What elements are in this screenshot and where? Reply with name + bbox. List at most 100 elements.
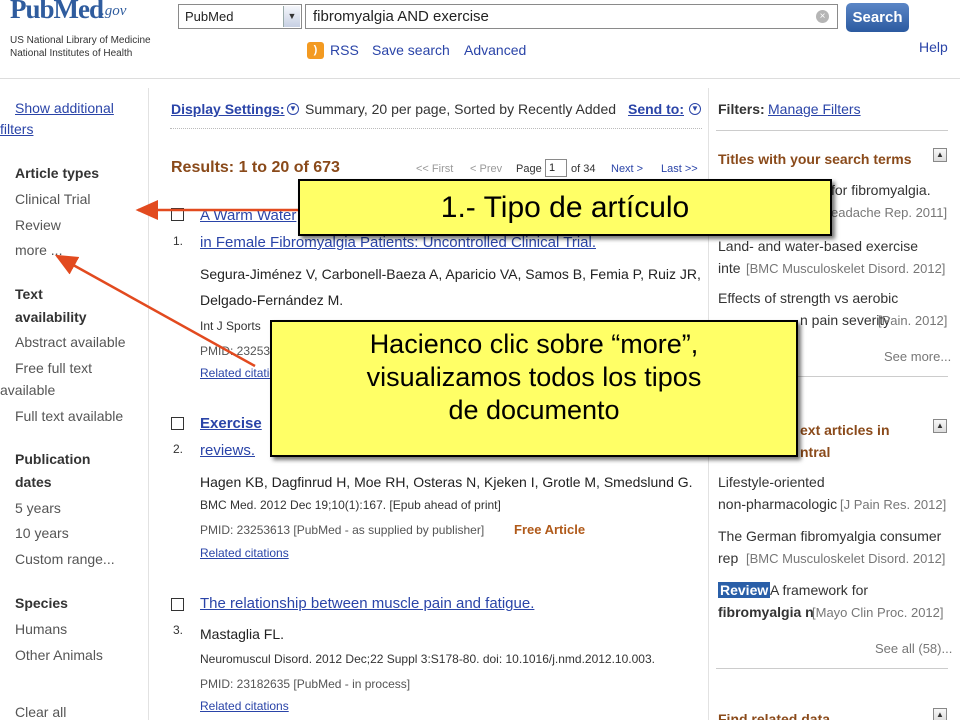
result-checkbox[interactable]	[171, 417, 184, 430]
see-more-link[interactable]: See more...	[884, 349, 951, 364]
result-number: 1.	[173, 234, 184, 248]
collapse-up-icon[interactable]: ▲	[933, 419, 947, 433]
filter-custom-range[interactable]: Custom range...	[15, 551, 115, 567]
send-to-link[interactable]: Send to:	[628, 101, 684, 117]
filter-review[interactable]: Review	[15, 217, 61, 233]
result-title-line-2[interactable]: in Female Fibromyalgia Patients: Uncontr…	[200, 234, 596, 251]
pager-last[interactable]: Last >>	[661, 163, 698, 175]
publication-dates-heading: Publication	[15, 451, 91, 467]
filter-free-full-text-wrap[interactable]: available	[0, 382, 55, 398]
pmc-article-2-cont[interactable]: rep	[718, 550, 738, 566]
filters-label: Filters:	[718, 101, 765, 117]
related-citations-link[interactable]: Related citations	[200, 546, 289, 560]
rss-icon[interactable]: )	[307, 42, 324, 59]
result-source: BMC Med. 2012 Dec 19;10(1):167. [Epub ah…	[200, 498, 501, 512]
result-authors: Segura-Jiménez V, Carbonell-Baeza A, Apa…	[200, 266, 701, 282]
pmc-article-3-cont[interactable]: fibromyalgia n	[718, 604, 814, 620]
help-link[interactable]: Help	[919, 39, 948, 55]
header: PubMed .gov US National Library of Medic…	[0, 0, 960, 78]
org-line-2: National Institutes of Health	[10, 48, 133, 59]
search-button[interactable]: Search	[846, 3, 909, 32]
related-citations-link[interactable]: Related citations	[200, 699, 289, 713]
filter-full-text-available[interactable]: Full text available	[15, 408, 123, 424]
pmc-article-2-source: [BMC Musculoskelet Disord. 2012]	[746, 551, 946, 566]
result-title[interactable]: A Warm Water	[200, 207, 296, 224]
pmc-article-1-cont[interactable]: non-pharmacologic	[718, 496, 837, 512]
page-number-input[interactable]: 1	[545, 159, 567, 177]
pubmed-logo-gov: .gov	[101, 3, 127, 19]
pager-next[interactable]: Next >	[611, 163, 643, 175]
callout-more-line-1: Hacienco clic sobre “more”,	[369, 329, 699, 359]
filter-clinical-trial[interactable]: Clinical Trial	[15, 191, 90, 207]
result-title[interactable]: The relationship between muscle pain and…	[200, 595, 534, 612]
send-to-dropdown-icon[interactable]: ▼	[689, 103, 701, 115]
manage-filters-link[interactable]: Manage Filters	[768, 101, 861, 117]
pmc-article-3-source: [Mayo Clin Proc. 2012]	[812, 605, 944, 620]
search-input[interactable]: fibromyalgia AND exercise ×	[305, 4, 838, 29]
pmc-article-1[interactable]: Lifestyle-oriented	[718, 474, 825, 490]
filter-5-years[interactable]: 5 years	[15, 500, 61, 516]
see-all-link[interactable]: See all (58)...	[875, 641, 952, 656]
pager-prev[interactable]: < Prev	[470, 163, 502, 175]
database-select[interactable]: PubMed ▼	[178, 4, 302, 29]
results-divider	[170, 128, 702, 129]
titles-heading: Titles with your search terms	[718, 151, 912, 167]
result-source: Neuromuscul Disord. 2012 Dec;22 Suppl 3:…	[200, 652, 655, 666]
results-summary: Results: 1 to 20 of 673	[171, 159, 340, 176]
result-authors: Mastaglia FL.	[200, 626, 285, 642]
filter-other-animals[interactable]: Other Animals	[15, 647, 103, 663]
filter-humans[interactable]: Humans	[15, 621, 67, 637]
collapse-up-icon[interactable]: ▲	[933, 148, 947, 162]
filter-abstract-available[interactable]: Abstract available	[15, 334, 126, 350]
filter-free-full-text[interactable]: Free full text	[15, 360, 92, 376]
header-divider	[0, 78, 960, 79]
article-types-heading: Article types	[15, 165, 100, 181]
related-title-1[interactable]: for fibromyalgia.	[831, 182, 931, 198]
pmc-article-2[interactable]: The German fibromyalgia consumer	[718, 528, 941, 544]
save-search-link[interactable]: Save search	[372, 42, 450, 58]
search-query: fibromyalgia AND exercise	[313, 8, 489, 25]
filter-10-years[interactable]: 10 years	[15, 525, 69, 541]
species-heading: Species	[15, 595, 68, 611]
database-select-value: PubMed	[185, 9, 234, 24]
pmc-heading: ext articles in	[800, 422, 890, 438]
display-settings-link[interactable]: Display Settings:	[171, 101, 285, 117]
related-title-3-source: [Pain. 2012]	[878, 313, 948, 328]
related-title-2[interactable]: Land- and water-based exercise	[718, 238, 918, 254]
display-settings-value: Summary, 20 per page, Sorted by Recently…	[305, 101, 617, 117]
result-number: 2.	[173, 442, 184, 456]
clear-icon[interactable]: ×	[816, 10, 829, 23]
rss-link[interactable]: RSS	[330, 42, 359, 58]
result-pmid: PMID: 23253	[200, 344, 271, 358]
pmc-article-3[interactable]: A framework for	[770, 582, 868, 598]
callout-more-line-3: de documento	[448, 395, 620, 425]
result-authors-line-2: Delgado-Fernández M.	[200, 292, 344, 308]
related-title-2-cont[interactable]: inte	[718, 260, 741, 276]
result-checkbox[interactable]	[171, 598, 184, 611]
display-settings-dropdown-icon[interactable]: ▼	[287, 103, 299, 115]
related-title-3-cont[interactable]: n pain severity	[800, 312, 890, 328]
filters-divider	[716, 130, 948, 131]
clear-all-filters-link[interactable]: Clear all	[15, 704, 66, 720]
related-title-3[interactable]: Effects of strength vs aerobic	[718, 290, 898, 306]
pubmed-logo[interactable]: PubMed	[10, 0, 104, 25]
result-title[interactable]: Exercise	[200, 415, 262, 432]
page-number-value: 1	[549, 162, 556, 174]
result-checkbox[interactable]	[171, 208, 184, 221]
related-citations-link[interactable]: Related citatio	[200, 366, 276, 380]
free-article-badge: Free Article	[514, 522, 586, 537]
filter-more-article-types[interactable]: more ...	[15, 242, 62, 258]
result-title-line-2[interactable]: reviews.	[200, 442, 255, 459]
advanced-search-link[interactable]: Advanced	[464, 42, 526, 58]
pmc-divider	[716, 668, 948, 669]
pager-first[interactable]: << First	[416, 163, 453, 175]
result-pmid: PMID: 23253613 [PubMed - as supplied by …	[200, 523, 485, 537]
collapse-up-icon[interactable]: ▲	[933, 708, 947, 720]
related-title-2-source: [BMC Musculoskelet Disord. 2012]	[746, 261, 946, 276]
review-badge: Review	[718, 582, 771, 598]
chevron-down-icon[interactable]: ▼	[283, 6, 300, 27]
pmc-article-1-source: [J Pain Res. 2012]	[840, 497, 947, 512]
show-additional-filters-link-wrap[interactable]: filters	[0, 121, 33, 137]
left-divider	[148, 88, 149, 720]
show-additional-filters-link[interactable]: Show additional	[15, 100, 114, 116]
